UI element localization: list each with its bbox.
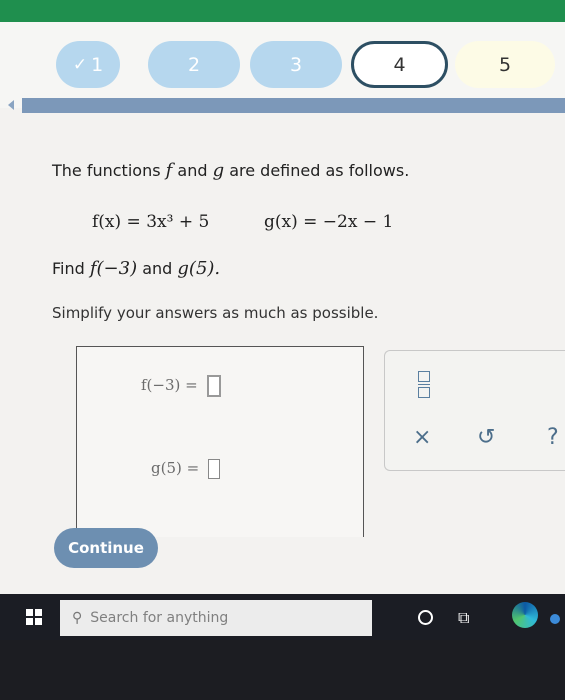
task-view-icon[interactable]: ⧉: [458, 608, 469, 628]
taskbar: ⚲ Search for anything ⧉: [0, 594, 565, 640]
progress-step-1[interactable]: ✓ 1: [56, 41, 120, 88]
answer-g-label: g(5) =: [151, 459, 200, 477]
answer-f-input[interactable]: [206, 375, 221, 397]
windows-start-icon[interactable]: [26, 609, 42, 625]
search-placeholder: Search for anything: [90, 610, 229, 626]
progress-step-2[interactable]: 2: [148, 41, 240, 88]
continue-button[interactable]: Continue: [54, 528, 158, 568]
equation-f: f(x) = 3x³ + 5: [92, 212, 210, 232]
answer-g-row: g(5) =: [151, 459, 220, 479]
progress-step-3[interactable]: 3: [250, 41, 342, 88]
progress-step-4[interactable]: 4: [351, 41, 448, 88]
fraction-icon[interactable]: [418, 371, 430, 398]
find-instruction: Find f(−3) and g(5).: [52, 258, 221, 279]
step-label: 5: [498, 53, 512, 76]
search-icon: ⚲: [72, 610, 83, 626]
clear-icon[interactable]: ×: [413, 425, 431, 450]
question-intro: The functions f and g are defined as fol…: [52, 160, 410, 181]
top-header-strip: [0, 0, 565, 22]
collapse-arrow-icon[interactable]: [8, 100, 14, 110]
checkmark-icon: ✓: [72, 54, 88, 75]
cortana-icon[interactable]: [418, 610, 433, 625]
edge-browser-icon[interactable]: [512, 602, 538, 628]
browser-screen: ✓ 1 2 3 4 5 The functions f and g are de…: [0, 0, 565, 640]
question-header-bar: [22, 98, 565, 113]
step-label: 1: [91, 53, 104, 76]
simplify-instruction: Simplify your answers as much as possibl…: [52, 304, 379, 322]
answer-box: f(−3) = g(5) =: [76, 346, 364, 537]
answer-f-row: f(−3) =: [141, 375, 221, 397]
math-toolbar: × ↺ ?: [384, 350, 565, 471]
undo-icon[interactable]: ↺: [477, 425, 495, 450]
answer-f-label: f(−3) =: [141, 376, 198, 394]
taskbar-app-icon[interactable]: [550, 614, 560, 624]
help-icon[interactable]: ?: [547, 425, 559, 450]
taskbar-search[interactable]: ⚲ Search for anything: [60, 600, 372, 636]
progress-step-5[interactable]: 5: [455, 41, 555, 88]
step-label: 2: [187, 53, 201, 76]
answer-g-input[interactable]: [207, 459, 220, 479]
progress-bar: ✓ 1 2 3 4 5: [0, 22, 565, 108]
step-label: 4: [393, 53, 406, 76]
equation-g: g(x) = −2x − 1: [264, 212, 394, 232]
step-label: 3: [289, 53, 303, 76]
